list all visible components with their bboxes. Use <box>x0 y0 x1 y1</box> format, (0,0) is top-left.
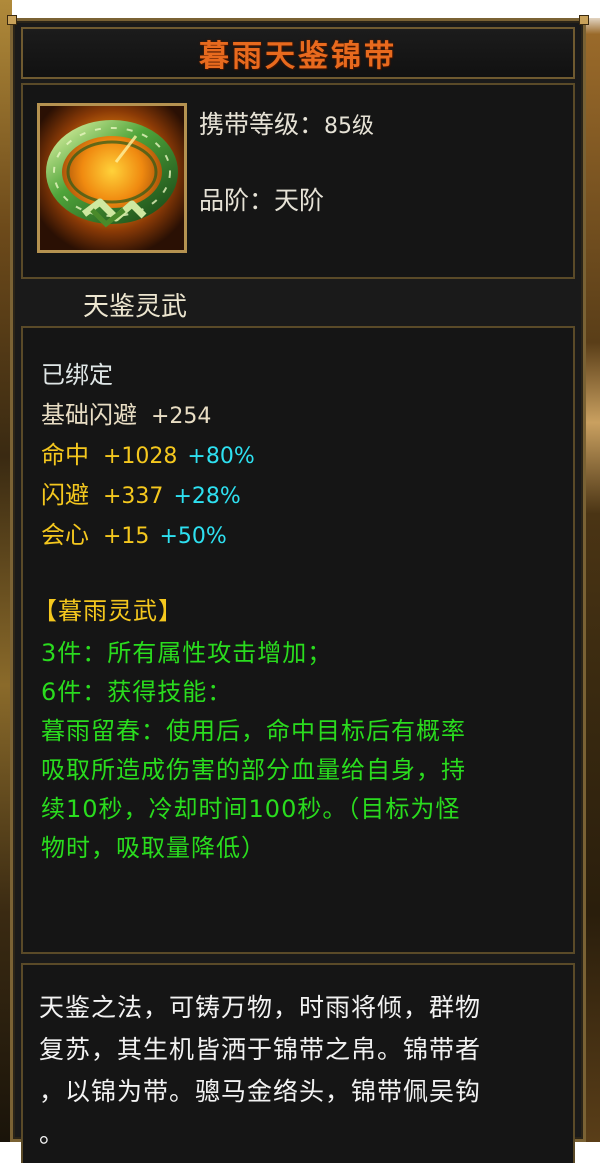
set-title: 【暮雨灵武】 <box>33 597 183 625</box>
set-bonus-6: 6件：获得技能： <box>41 678 233 706</box>
description-line: 天鉴之法，可铸万物，时雨将倾，群物 <box>39 993 482 1022</box>
stat-bonus: +80% <box>187 444 255 469</box>
series-name: 天鉴灵武 <box>83 292 188 322</box>
grade: 品阶：天阶 <box>199 181 324 217</box>
background-right-edge <box>584 0 600 1142</box>
stat-value: +254 <box>151 404 212 429</box>
description-panel: 天鉴之法，可铸万物，时雨将倾，群物 复苏，其生机皆洒于锦带之帛。锦带者 ，以锦为… <box>21 963 575 1163</box>
frame-corner <box>7 15 17 25</box>
carry-level-value: 85级 <box>324 114 375 139</box>
jade-belt-ring-icon <box>40 106 184 250</box>
carry-level-label: 携带等级： <box>199 110 325 139</box>
carry-level: 携带等级：85级 <box>199 105 374 141</box>
frame-corner <box>579 15 589 25</box>
stat-label: 基础闪避 <box>41 401 137 429</box>
item-header-panel: 携带等级：85级 品阶：天阶 <box>21 83 575 279</box>
bound-status: 已绑定 <box>41 361 113 389</box>
stat-hit: 命中 +1028 +80% <box>41 440 255 472</box>
set-bonus-3: 3件：所有属性攻击增加； <box>41 639 333 667</box>
stat-label: 命中 <box>41 441 89 469</box>
stat-bonus: +50% <box>159 524 227 549</box>
description-line: 。 <box>39 1119 66 1148</box>
item-name: 暮雨天鉴锦带 <box>199 39 397 74</box>
stat-value: +15 <box>103 524 150 549</box>
stat-base-dodge: 基础闪避 +254 <box>41 400 211 432</box>
item-icon-frame[interactable] <box>37 103 187 253</box>
stat-dodge: 闪避 +337 +28% <box>41 480 241 512</box>
description-line: 复苏，其生机皆洒于锦带之帛。锦带者 <box>39 1035 482 1064</box>
stat-value: +1028 <box>103 444 178 469</box>
stat-label: 闪避 <box>41 481 89 509</box>
item-description: 天鉴之法，可铸万物，时雨将倾，群物 复苏，其生机皆洒于锦带之帛。锦带者 ，以锦为… <box>39 987 573 1155</box>
set-skill-line: 暮雨留春：使用后，命中目标后有概率 <box>41 717 466 745</box>
set-skill-line: 续10秒，冷却时间100秒。（目标为怪 <box>41 795 461 823</box>
stat-bonus: +28% <box>173 484 241 509</box>
grade-value: 天阶 <box>274 186 325 215</box>
set-skill-line: 吸取所造成伤害的部分血量给自身，持 <box>41 756 466 784</box>
stat-label: 会心 <box>41 521 89 549</box>
item-tooltip: 暮雨天鉴锦带 携带等级：85级 品阶：天阶 天鉴灵武 已绑定 基础闪避 +254… <box>7 15 589 1163</box>
set-skill-line: 物时，吸取量降低） <box>41 834 266 862</box>
title-bar: 暮雨天鉴锦带 <box>21 27 575 79</box>
description-line: ，以锦为带。骢马金络头，锦带佩吴钩 <box>39 1077 482 1106</box>
grade-label: 品阶： <box>199 186 275 215</box>
stats-panel: 已绑定 基础闪避 +254 命中 +1028 +80% 闪避 +337 +28% 会心 +1… <box>21 326 575 954</box>
stat-value: +337 <box>103 484 164 509</box>
stat-crit: 会心 +15 +50% <box>41 520 227 552</box>
